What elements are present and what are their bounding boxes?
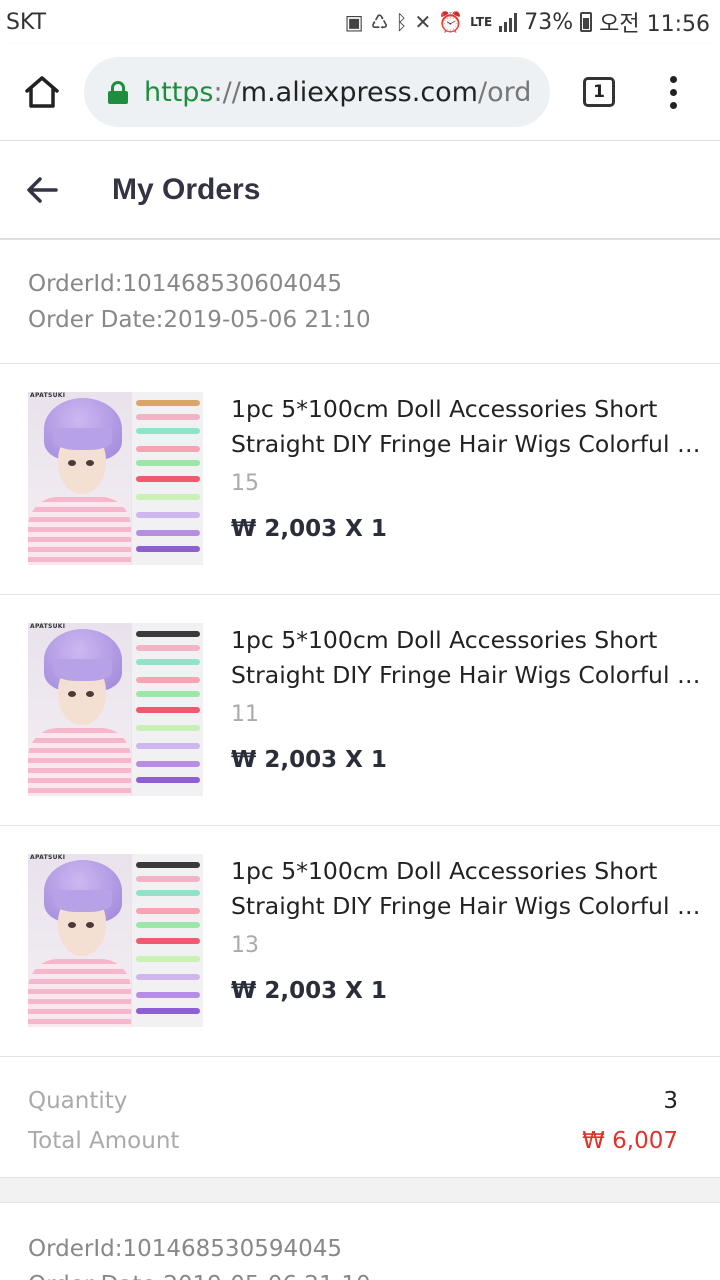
product-info: 1pc 5*100cm Doll Accessories Short Strai… — [231, 392, 703, 594]
order-card[interactable]: OrderId:101468530594045 Order Date:2019-… — [0, 1202, 720, 1280]
recycle-icon: ♺ — [370, 10, 389, 34]
order-date: Order Date:2019-05-06 21:10 — [28, 1267, 692, 1280]
quantity-value: 3 — [663, 1088, 678, 1114]
browser-toolbar: https://m.aliexpress.com/order 1 — [0, 44, 720, 141]
product-info: 1pc 5*100cm Doll Accessories Short Strai… — [231, 854, 703, 1056]
battery-icon — [580, 12, 593, 32]
order-date: Order Date:2019-05-06 21:10 — [28, 307, 371, 333]
menu-dot-icon — [669, 101, 677, 109]
thumbnail-brand: APATSUKI — [30, 392, 66, 399]
product-title: 1pc 5*100cm Doll Accessories Short Strai… — [231, 626, 703, 689]
order-item[interactable]: APATSUKI 1pc 5*100cm Doll Accessories Sh… — [0, 826, 720, 1057]
order-id: OrderId:101468530594045 — [28, 1236, 342, 1262]
signal-icon — [499, 12, 518, 32]
back-button[interactable] — [0, 141, 84, 239]
url-bar[interactable]: https://m.aliexpress.com/order — [84, 57, 550, 127]
order-summary: Quantity 3 Total Amount ₩ 6,007 — [0, 1057, 720, 1177]
carrier-label: SKT — [6, 9, 47, 35]
total-value: ₩ 6,007 — [582, 1128, 678, 1154]
page-header: My Orders — [0, 141, 720, 239]
tab-switcher-button[interactable]: 1 — [550, 44, 648, 141]
lock-icon — [108, 81, 128, 104]
url-host: m.aliexpress.com — [240, 76, 478, 108]
overflow-menu-button[interactable] — [648, 44, 698, 141]
alarm-icon: ⏰ — [438, 10, 464, 34]
product-info: 1pc 5*100cm Doll Accessories Short Strai… — [231, 623, 703, 825]
order-header: OrderId:101468530594045 Order Date:2019-… — [0, 1203, 720, 1280]
order-item[interactable]: APATSUKI 1pc 5*100cm Doll Accessories Sh… — [0, 364, 720, 595]
url-path: /order — [477, 76, 532, 108]
page-title: My Orders — [112, 172, 261, 206]
tab-count: 1 — [583, 77, 615, 107]
total-row: Total Amount ₩ 6,007 — [28, 1121, 678, 1161]
url-separator: :// — [213, 76, 241, 108]
quantity-row: Quantity 3 — [28, 1081, 678, 1121]
order-id: OrderId:101468530604045 — [28, 271, 342, 297]
bluetooth-icon: ᛒ — [395, 10, 408, 34]
order-card[interactable]: OrderId:101468530604045 Order Date:2019-… — [0, 239, 720, 1178]
sim-icon: ▣ — [344, 10, 364, 34]
order-item[interactable]: APATSUKI 1pc 5*100cm Doll Accessories Sh… — [0, 595, 720, 826]
thumbnail-brand: APATSUKI — [30, 623, 66, 630]
product-sku: 13 — [231, 933, 259, 958]
url-scheme: https — [144, 76, 214, 108]
product-sku: 11 — [231, 702, 259, 727]
back-arrow-icon — [27, 176, 58, 203]
product-price: ₩ 2,003 X 1 — [231, 516, 387, 542]
product-thumbnail: APATSUKI — [28, 623, 203, 796]
product-price: ₩ 2,003 X 1 — [231, 747, 387, 773]
home-icon — [25, 76, 59, 108]
product-title: 1pc 5*100cm Doll Accessories Short Strai… — [231, 857, 703, 920]
total-label: Total Amount — [28, 1128, 180, 1154]
product-thumbnail: APATSUKI — [28, 854, 203, 1027]
clock: 오전 11:56 — [599, 12, 710, 37]
url-text: https://m.aliexpress.com/order — [144, 77, 532, 108]
product-thumbnail: APATSUKI — [28, 392, 203, 565]
product-price: ₩ 2,003 X 1 — [231, 978, 387, 1004]
home-button[interactable] — [0, 44, 84, 141]
order-header: OrderId:101468530604045 Order Date:2019-… — [0, 240, 720, 364]
menu-dot-icon — [669, 75, 677, 83]
product-sku: 15 — [231, 471, 259, 496]
menu-dot-icon — [669, 88, 677, 96]
quantity-label: Quantity — [28, 1088, 128, 1114]
battery-percent: 73% — [524, 9, 574, 35]
product-title: 1pc 5*100cm Doll Accessories Short Strai… — [231, 395, 703, 458]
status-icons: ▣ ♺ ᛒ ✕ ⏰ LTE 73% 오전 11:56 — [345, 6, 710, 38]
mute-icon: ✕ — [414, 10, 432, 34]
thumbnail-brand: APATSUKI — [30, 854, 66, 861]
status-bar: SKT ▣ ♺ ᛒ ✕ ⏰ LTE 73% 오전 11:56 — [0, 0, 720, 44]
lte-icon: LTE — [470, 15, 493, 29]
